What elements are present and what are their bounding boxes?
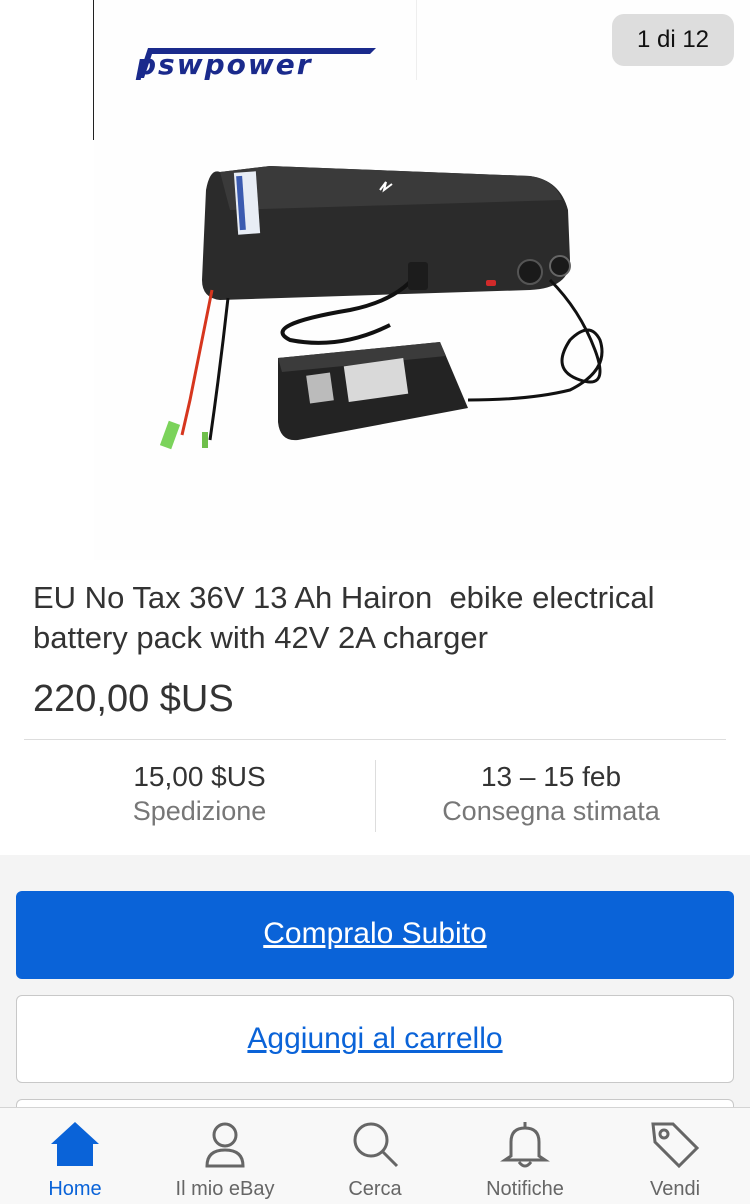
delivery-dates: 13 – 15 feb	[480, 761, 622, 792]
listing-price: 220,00 $US	[33, 678, 234, 720]
tab-label: Vendi	[649, 1178, 701, 1200]
tab-label: Cerca	[348, 1178, 402, 1200]
bottom-tab-bar: Home Il mio eBay Cerca Notifiche Vendi	[0, 1107, 750, 1204]
tab-home[interactable]: Home	[0, 1108, 150, 1204]
tab-sell[interactable]: Vendi	[600, 1108, 750, 1204]
shipping-delivery-summary: 15,00 $US Spedizione 13 – 15 feb Consegn…	[24, 760, 726, 832]
home-icon	[51, 1122, 99, 1166]
tab-label: Il mio eBay	[175, 1178, 275, 1200]
tag-icon	[651, 1122, 700, 1169]
delivery-label: Consegna stimata	[442, 796, 660, 826]
tab-label: Notifiche	[486, 1178, 564, 1200]
search-icon	[353, 1122, 399, 1168]
product-photo	[159, 166, 604, 450]
shipping-label: Spedizione	[132, 796, 267, 826]
bell-icon	[500, 1122, 550, 1168]
svg-text:pswpower: pswpower	[135, 48, 313, 81]
tab-search[interactable]: Cerca	[300, 1108, 450, 1204]
buy-now-button[interactable]: Compralo Subito	[16, 891, 734, 979]
add-to-cart-button[interactable]: Aggiungi al carrello	[16, 995, 734, 1083]
tab-my-ebay[interactable]: Il mio eBay	[150, 1108, 300, 1204]
tab-notifications[interactable]: Notifiche	[450, 1108, 600, 1204]
image-gallery[interactable]: pswpower 1 di 12	[0, 0, 750, 560]
delivery-info: 13 – 15 feb Consegna stimata	[375, 760, 726, 832]
item-screen: pswpower 1 di 12 EU No Tax 36V 13 Ah Hai…	[0, 0, 750, 1204]
brand-logo: pswpower	[135, 48, 376, 81]
divider	[24, 739, 726, 740]
tab-label: Home	[48, 1178, 102, 1200]
listing-title: EU No Tax 36V 13 Ah Hairon ebike electri…	[33, 580, 664, 655]
person-icon	[205, 1122, 245, 1168]
image-counter-badge: 1 di 12	[612, 14, 734, 66]
shipping-cost: 15,00 $US	[133, 761, 266, 792]
shipping-info: 15,00 $US Spedizione	[24, 760, 375, 832]
